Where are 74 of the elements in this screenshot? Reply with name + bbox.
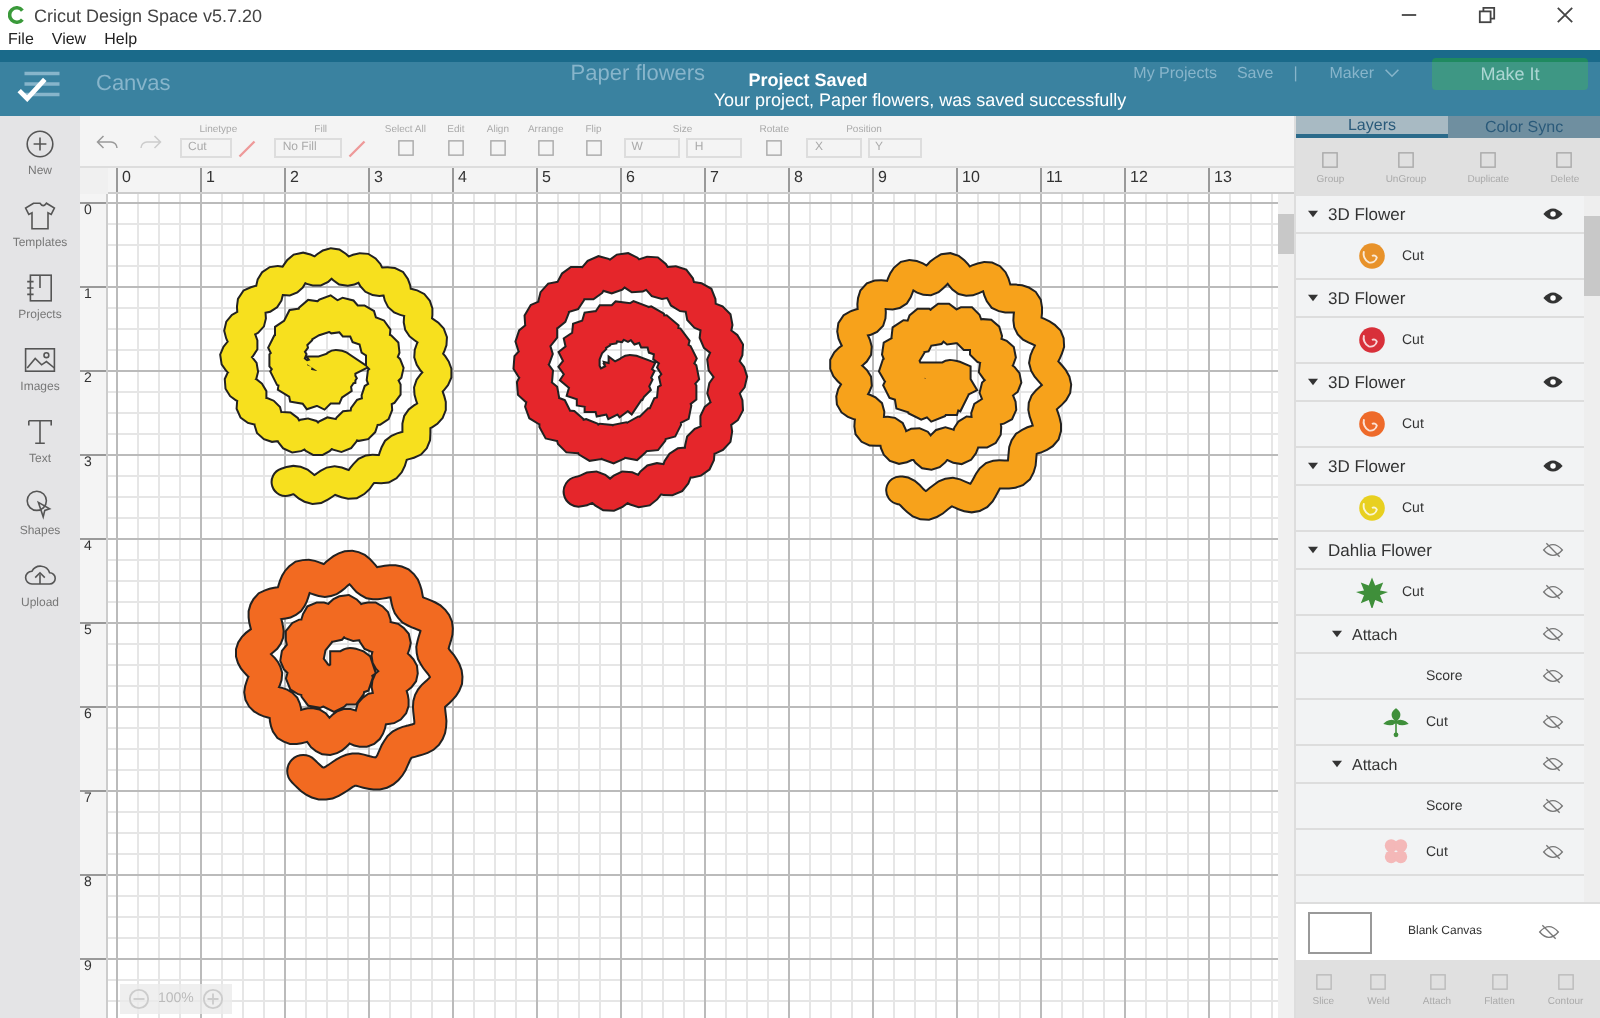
ruler-number: 1 bbox=[200, 168, 284, 192]
menu-item[interactable]: File bbox=[8, 30, 34, 48]
collapse-caret-icon[interactable] bbox=[1332, 760, 1342, 768]
panel-tab[interactable]: Layers bbox=[1296, 116, 1448, 138]
layer-name[interactable]: 3D Flower bbox=[1328, 288, 1406, 308]
ruler-number: 9 bbox=[872, 168, 956, 192]
restore-icon[interactable] bbox=[1478, 6, 1496, 24]
collapse-caret-icon[interactable] bbox=[1308, 378, 1318, 386]
close-icon[interactable] bbox=[1556, 6, 1574, 24]
eye-icon[interactable] bbox=[1542, 458, 1564, 474]
layer-name[interactable]: 3D Flower bbox=[1328, 372, 1406, 392]
layer-name[interactable]: Attach bbox=[1352, 625, 1398, 643]
header-link[interactable]: My Projects bbox=[1133, 64, 1217, 82]
hidden-eye-icon[interactable] bbox=[1542, 668, 1564, 684]
caret-icon bbox=[1384, 68, 1400, 78]
eye-icon[interactable] bbox=[1542, 206, 1564, 222]
ruler-number: 6 bbox=[620, 168, 704, 192]
collapse-caret-icon[interactable] bbox=[1308, 546, 1318, 554]
color-swatch-icon[interactable] bbox=[348, 139, 367, 157]
shapes-icon[interactable] bbox=[23, 488, 56, 520]
check-icon bbox=[16, 76, 48, 102]
eye-icon[interactable] bbox=[1542, 290, 1564, 306]
vertical-scrollbar[interactable] bbox=[1278, 194, 1294, 1018]
new-icon[interactable] bbox=[24, 128, 56, 160]
hidden-eye-icon[interactable] bbox=[1542, 756, 1564, 772]
make-it-button[interactable]: Make It bbox=[1432, 57, 1588, 89]
images-icon[interactable] bbox=[24, 344, 56, 376]
panel-tab[interactable]: Color Sync bbox=[1448, 116, 1600, 138]
layers-scrollbar[interactable] bbox=[1584, 196, 1600, 902]
banner-title: Project Saved bbox=[748, 69, 868, 89]
project-name: Paper flowers bbox=[570, 61, 706, 85]
ruler-number: 3 bbox=[368, 168, 452, 192]
ruler-number: 11 bbox=[1040, 168, 1124, 192]
banner-message: Your project, Paper flowers, was saved successfully bbox=[713, 89, 1127, 109]
machine-dropdown[interactable]: Maker bbox=[1317, 62, 1412, 84]
window-title: Cricut Design Space v5.7.20 bbox=[34, 5, 263, 25]
ruler-number: 12 bbox=[1124, 168, 1208, 192]
hidden-eye-icon[interactable] bbox=[1542, 584, 1564, 600]
canvas-thumbnail[interactable] bbox=[1308, 911, 1372, 953]
hidden-eye-icon[interactable] bbox=[1538, 924, 1560, 940]
header-link[interactable]: | bbox=[1293, 64, 1298, 82]
collapse-caret-icon[interactable] bbox=[1308, 462, 1318, 470]
hidden-eye-icon[interactable] bbox=[1542, 714, 1564, 730]
eye-icon[interactable] bbox=[1542, 374, 1564, 390]
collapse-caret-icon[interactable] bbox=[1332, 630, 1342, 638]
shirt-icon[interactable] bbox=[23, 200, 56, 232]
layer-name[interactable]: Dahlia Flower bbox=[1328, 540, 1432, 560]
ruler-number: 0 bbox=[116, 168, 200, 192]
ruler-number: 7 bbox=[704, 168, 788, 192]
layer-name[interactable]: 3D Flower bbox=[1328, 204, 1406, 224]
text-icon[interactable] bbox=[24, 416, 56, 448]
ruler-number: 8 bbox=[788, 168, 872, 192]
app-logo-icon bbox=[8, 6, 26, 24]
color-swatch-icon[interactable] bbox=[238, 139, 257, 157]
collapse-caret-icon[interactable] bbox=[1308, 294, 1318, 302]
layer-name[interactable]: 3D Flower bbox=[1328, 456, 1406, 476]
ruler-number: 4 bbox=[452, 168, 536, 192]
header-link[interactable]: Save bbox=[1236, 64, 1274, 82]
hidden-eye-icon[interactable] bbox=[1542, 626, 1564, 642]
ruler-number: 10 bbox=[956, 168, 1040, 192]
projects-icon[interactable] bbox=[24, 272, 56, 304]
hidden-eye-icon[interactable] bbox=[1542, 844, 1564, 860]
undo-icon[interactable] bbox=[96, 131, 120, 151]
hidden-eye-icon[interactable] bbox=[1542, 542, 1564, 558]
ruler-number: 13 bbox=[1208, 168, 1292, 192]
collapse-caret-icon[interactable] bbox=[1308, 210, 1318, 218]
section-title: Canvas bbox=[96, 71, 171, 95]
menu-icon[interactable] bbox=[20, 69, 64, 97]
ruler-number: 5 bbox=[536, 168, 620, 192]
layer-name[interactable]: Attach bbox=[1352, 755, 1398, 773]
hidden-eye-icon[interactable] bbox=[1542, 798, 1564, 814]
menu-item[interactable]: View bbox=[51, 30, 87, 48]
ruler-number: 2 bbox=[284, 168, 368, 192]
menu-item[interactable]: Help bbox=[104, 30, 138, 48]
